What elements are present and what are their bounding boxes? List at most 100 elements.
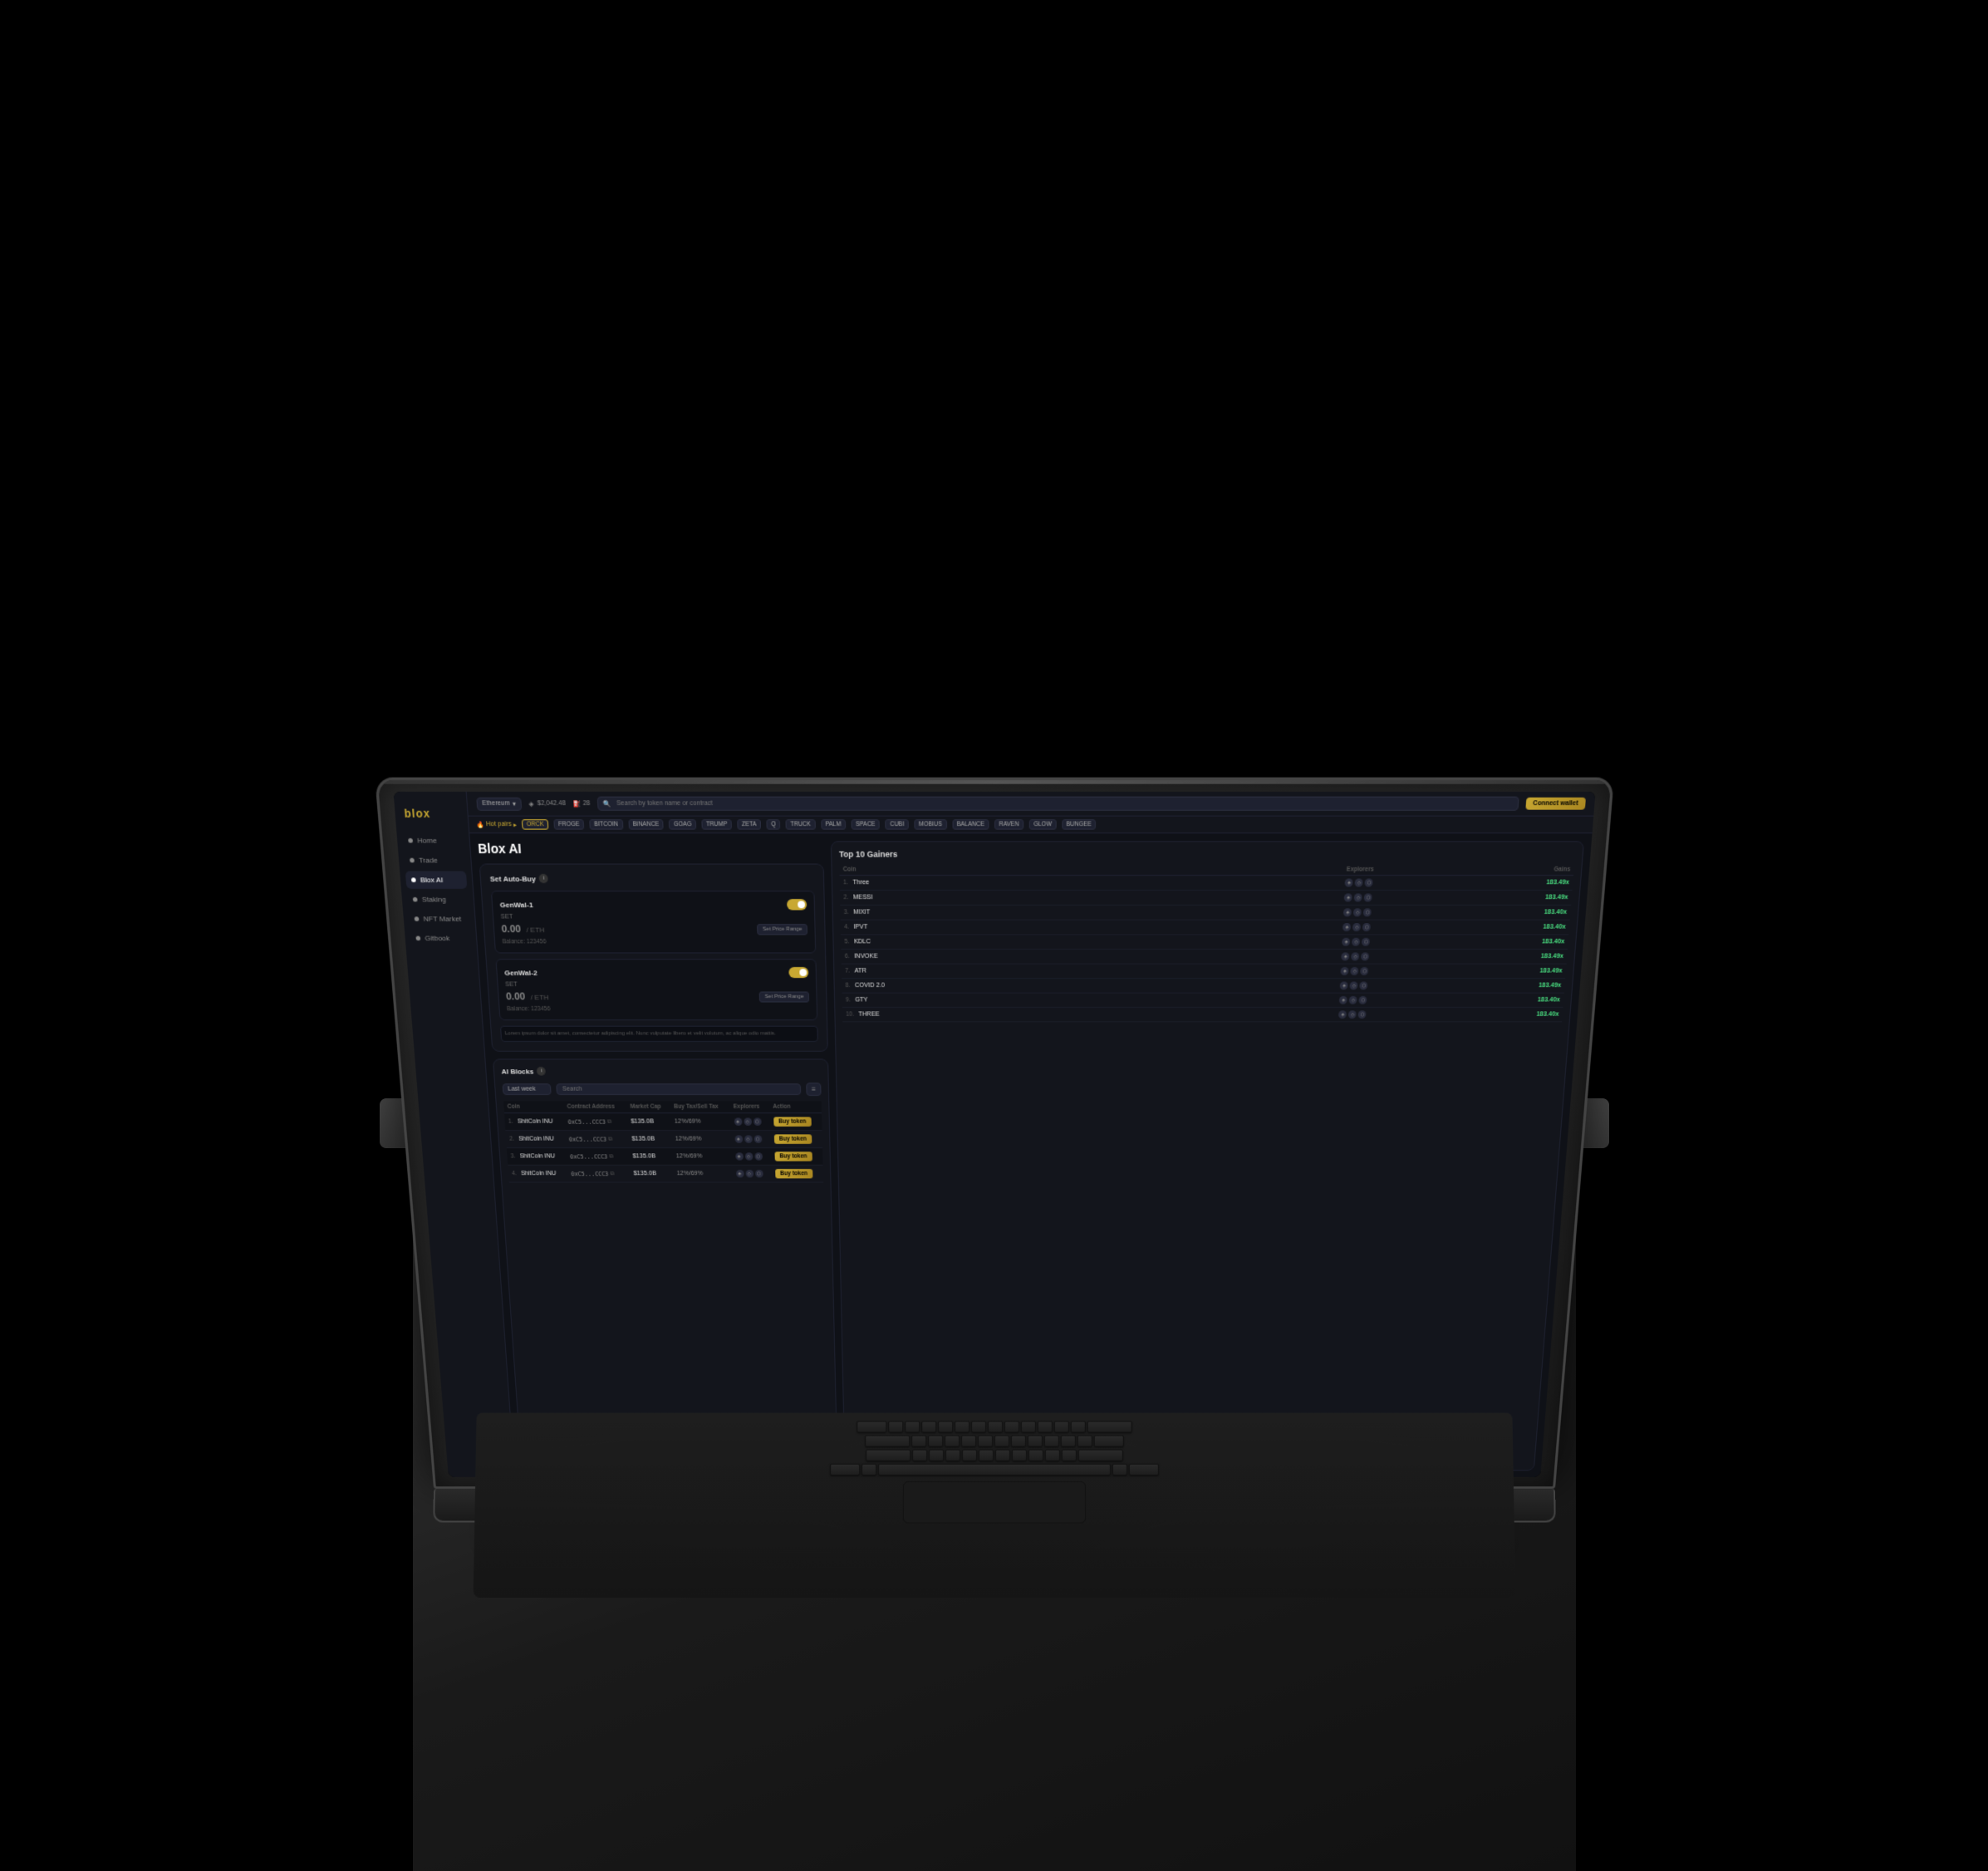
pair-tag-truck[interactable]: TRUCK [785, 819, 815, 830]
aiblocks-info-icon[interactable]: i [537, 1067, 546, 1076]
gainer-row-4-coin: 5. KDLC [841, 935, 1146, 950]
buy-token-button-2[interactable]: Buy token [773, 1152, 812, 1161]
sidebar-item-home[interactable]: Home [401, 832, 464, 850]
wallet-2-set-price-button[interactable]: Set Price Range [758, 991, 808, 1002]
sidebar-item-staking[interactable]: Staking [406, 891, 468, 908]
gainer-explorer-1[interactable]: ◈ [1341, 952, 1349, 960]
pair-tag-bitcoin[interactable]: BITCOIN [589, 819, 623, 830]
explorer-icon-3[interactable]: ⬡ [753, 1118, 761, 1126]
gainer-explorer-2[interactable]: ◇ [1350, 967, 1358, 975]
gainer-row-8-explorers: ◈ ◇ ⬡ [1144, 993, 1371, 1007]
copy-icon[interactable]: ⧉ [606, 1118, 611, 1126]
gainer-explorer-2[interactable]: ◇ [1352, 938, 1360, 946]
pair-tag-space[interactable]: SPACE [851, 819, 880, 830]
gainer-explorer-3[interactable]: ⬡ [1362, 923, 1371, 931]
sidebar-item-blox-ai[interactable]: Blox AI [405, 871, 467, 888]
gainer-explorer-2[interactable]: ◇ [1352, 923, 1361, 931]
buy-token-button-0[interactable]: Buy token [773, 1117, 811, 1127]
gainer-explorer-2[interactable]: ◇ [1352, 908, 1361, 916]
gainer-explorer-3[interactable]: ⬡ [1364, 878, 1372, 886]
search-input[interactable] [596, 797, 1519, 811]
gainer-explorer-1[interactable]: ◈ [1339, 981, 1347, 990]
pair-tag-froge[interactable]: FROGE [553, 819, 584, 830]
gainer-explorer-2[interactable]: ◇ [1351, 952, 1359, 960]
explorer-icon-1[interactable]: ◈ [734, 1136, 742, 1143]
explorer-icon-2[interactable]: ◇ [743, 1118, 751, 1126]
topbar-search-container: 🔍 [596, 797, 1519, 811]
wallet-1-toggle[interactable] [786, 899, 806, 910]
ai-row-3-marketcap: $135.0B [629, 1166, 673, 1183]
sidebar-item-trade[interactable]: Trade [403, 852, 465, 869]
aiblocks-search-input[interactable] [556, 1084, 801, 1096]
gainer-explorer-1[interactable]: ◈ [1340, 967, 1348, 975]
buy-token-button-1[interactable]: Buy token [773, 1135, 812, 1144]
pair-tag-mobius[interactable]: MOBIUS [914, 819, 946, 830]
gainer-explorer-1[interactable]: ◈ [1339, 996, 1347, 1004]
gainer-explorer-1[interactable]: ◈ [1343, 923, 1351, 931]
explorer-icon-1[interactable]: ◈ [734, 1118, 742, 1126]
network-selector[interactable]: Ethereum ▾ [476, 797, 522, 810]
pair-tag-binance[interactable]: BINANCE [627, 819, 663, 830]
gainer-explorer-1[interactable]: ◈ [1338, 1010, 1347, 1019]
pair-tag-bungee[interactable]: BUNGEE [1061, 819, 1095, 830]
sidebar-item-nft-market[interactable]: NFT Market [408, 910, 469, 927]
explorer-icon-2[interactable]: ◇ [744, 1153, 753, 1161]
key-j [1010, 1435, 1025, 1446]
explorer-icon-1[interactable]: ◈ [734, 1153, 743, 1161]
explorer-icon-3[interactable]: ⬡ [753, 1136, 762, 1143]
sidebar-item-gitbook[interactable]: Gitbook [410, 930, 471, 947]
gainer-explorer-2[interactable]: ◇ [1349, 981, 1357, 990]
key-ctrl-r [1128, 1464, 1158, 1476]
aiblocks-filter-select[interactable]: Last week [502, 1084, 551, 1096]
pair-tag-q[interactable]: Q [766, 819, 780, 830]
explorer-icon-1[interactable]: ◈ [735, 1170, 744, 1177]
gainer-explorer-3[interactable]: ⬡ [1358, 996, 1367, 1004]
pair-tag-zeta[interactable]: ZETA [737, 819, 761, 830]
pair-tag-goag[interactable]: GOAG [669, 819, 696, 830]
gainer-explorer-3[interactable]: ⬡ [1363, 893, 1372, 901]
gainer-explorer-2[interactable]: ◇ [1348, 996, 1357, 1004]
gainer-explorer-1[interactable]: ◈ [1342, 938, 1350, 946]
copy-icon[interactable]: ⧉ [607, 1136, 611, 1143]
hotpairs-label: 🔥 Hot pairs ▸ [475, 821, 516, 828]
pair-tag-palm[interactable]: PALM [820, 819, 845, 830]
gainer-explorer-1[interactable]: ◈ [1343, 893, 1352, 901]
explorer-icon-2[interactable]: ◇ [745, 1170, 753, 1177]
gainer-explorer-3[interactable]: ⬡ [1359, 981, 1367, 990]
wallet-1-set-price-button[interactable]: Set Price Range [757, 924, 807, 935]
ai-row-3-explorers: ◈ ◇ ⬡ [732, 1166, 772, 1183]
explorer-icon-2[interactable]: ◇ [744, 1136, 752, 1143]
gainers-table-row: 8. COVID 2.0 ◈ ◇ ⬡ 183.49x [842, 979, 1565, 993]
pair-tag-balance[interactable]: BALANCE [952, 819, 989, 830]
gainer-explorer-3[interactable]: ⬡ [1362, 938, 1370, 946]
gainer-explorer-2[interactable]: ◇ [1354, 878, 1362, 886]
autobuy-info-icon[interactable]: i [538, 874, 548, 883]
explorer-icon-3[interactable]: ⬡ [753, 1153, 762, 1161]
aiblocks-filter-button[interactable]: ≡ [806, 1083, 821, 1097]
gainer-row-9-coin: 10. THREE [842, 1007, 1144, 1021]
copy-icon[interactable]: ⧉ [610, 1170, 614, 1177]
gainer-explorer-2[interactable]: ◇ [1353, 893, 1362, 901]
autobuy-section: Set Auto-Buy i GenWal-1 [479, 863, 827, 1052]
aiblocks-section: AI Blocks i Last week [492, 1059, 837, 1471]
pair-tag-glow[interactable]: GLOW [1028, 819, 1056, 830]
gainer-explorer-1[interactable]: ◈ [1343, 908, 1352, 916]
copy-icon[interactable]: ⧉ [609, 1153, 613, 1161]
gainer-explorer-2[interactable]: ◇ [1347, 1010, 1356, 1019]
connect-wallet-button[interactable]: Connect wallet [1524, 798, 1585, 810]
explorer-icon-3[interactable]: ⬡ [754, 1170, 763, 1177]
gainer-explorer-3[interactable]: ⬡ [1357, 1010, 1366, 1019]
pair-tag-trump[interactable]: TRUMP [701, 819, 732, 830]
ai-row-0-explorers: ◈ ◇ ⬡ [729, 1113, 769, 1131]
gainer-explorer-3[interactable]: ⬡ [1362, 908, 1371, 916]
wallet-2-toggle[interactable] [788, 967, 808, 978]
pair-tag-orck[interactable]: ORCK [522, 819, 548, 830]
pair-tag-raven[interactable]: RAVEN [994, 819, 1023, 830]
buy-token-button-3[interactable]: Buy token [774, 1169, 812, 1178]
gainer-row-8-coin: 9. GTY [842, 993, 1145, 1007]
gainer-explorer-3[interactable]: ⬡ [1361, 952, 1369, 960]
gainer-explorer-3[interactable]: ⬡ [1360, 967, 1368, 975]
gainer-explorer-1[interactable]: ◈ [1344, 878, 1352, 886]
pair-tag-cubi[interactable]: CUBI [885, 819, 908, 830]
touchpad[interactable] [902, 1481, 1085, 1524]
